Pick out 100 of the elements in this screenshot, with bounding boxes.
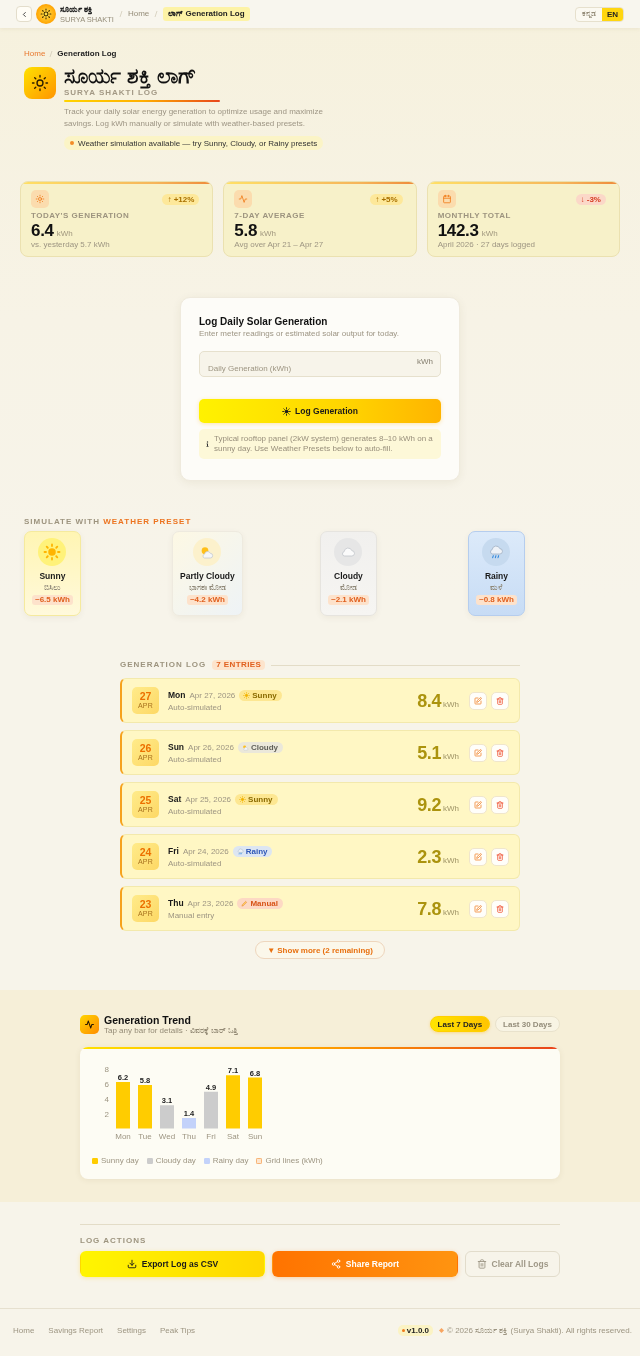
weather-preset-card[interactable]: Sunny ಬಿಸಿಲು ~6.5 kWh [24, 531, 81, 616]
stat-label: TODAY'S GENERATION [31, 211, 131, 221]
breadcrumb-link[interactable]: Home [24, 49, 46, 59]
weather-label: Sunny [248, 794, 273, 804]
slash-separator-icon [118, 10, 123, 18]
page-description: Track your daily solar energy generation to optimize usage and maximize savings. Log kWh manually or simulate with weather-based presets. [64, 106, 324, 130]
estimate-tag: ~2.1 kWh [328, 595, 369, 605]
unit-label: kWh [443, 855, 459, 865]
x-axis-label: Wed [158, 1132, 176, 1141]
log-generation-button[interactable]: Log Generation [199, 399, 441, 423]
unit-label: kWh [443, 907, 459, 917]
unit-label: kWh [443, 751, 459, 761]
edit-button[interactable] [469, 743, 487, 762]
footer-link[interactable]: Home [13, 1326, 35, 1335]
trash-icon [476, 1259, 487, 1269]
bar[interactable] [226, 1075, 240, 1129]
language-option[interactable]: ಕನ್ನಡ [575, 7, 602, 21]
weather-preset-card[interactable]: Partly Cloudy ಭಾಗಶಃ ಮೋಡ ~4.2 kWh [172, 531, 243, 616]
edit-button[interactable] [469, 795, 487, 814]
footer-link[interactable]: Settings [117, 1326, 146, 1335]
share-button[interactable]: Share Report [272, 1251, 458, 1277]
day-number: 26 [139, 743, 152, 754]
share-icon [330, 1259, 341, 1269]
preset-local-name: ಭಾಗಶಃ ಮೋಡ [188, 582, 226, 593]
preset-name: Cloudy [334, 571, 363, 582]
source-label: Manual entry [168, 910, 216, 920]
clear-button[interactable]: Clear All Logs [465, 1251, 560, 1277]
stat-note: vs. yesterday 5.7 kWh [31, 240, 111, 250]
download-icon [126, 1259, 137, 1269]
show-more-button[interactable]: ▼ Show more (2 remaining) [255, 941, 385, 959]
source-label: Auto-simulated [168, 754, 223, 764]
form-subtitle: Enter meter readings or estimated solar output for today. [199, 329, 400, 339]
slash-separator-icon [154, 10, 159, 18]
weather-label: Sunny [252, 690, 277, 700]
source-label: Auto-simulated [168, 702, 223, 712]
stat-note: Avg over Apr 21 – Apr 27 [234, 240, 325, 250]
sun-icon [243, 691, 251, 699]
weekday-label: Mon [168, 689, 186, 701]
range-tab[interactable]: Last 7 Days [429, 1016, 491, 1032]
pulse-icon [80, 1014, 99, 1034]
delete-button[interactable] [491, 795, 509, 814]
info-icon [206, 441, 209, 447]
form-title: Log Daily Solar Generation [199, 315, 329, 328]
bar[interactable] [138, 1085, 152, 1129]
notice-text: Weather simulation available — try Sunny, Cloudy, or Rainy presets [78, 138, 318, 148]
energy-value: 8.4 [417, 690, 441, 711]
energy-value: 9.2 [417, 794, 441, 815]
stat-note: April 2026 · 27 days logged [437, 240, 537, 250]
chart-subtitle: Tap any bar for details · ವಿವರಕ್ಕೆ ಬಾರ್ ಒತ್ತಿ [104, 1025, 239, 1035]
entry-date: Apr 24, 2026 [182, 845, 229, 857]
delete-button[interactable] [491, 743, 509, 762]
status-dot-icon [401, 1329, 405, 1332]
grid-swatch-icon [256, 1158, 263, 1164]
trash-icon [496, 748, 504, 757]
weather-label: Manual [250, 898, 278, 908]
energy-value: 2.3 [417, 846, 441, 867]
weekday-label: Sat [168, 793, 182, 805]
bar[interactable] [248, 1077, 262, 1129]
x-axis-label: Fri [206, 1132, 216, 1141]
bar[interactable] [160, 1105, 174, 1129]
edit-button[interactable] [469, 899, 487, 918]
chart-title: Generation Trend [104, 1013, 192, 1026]
y-tick-label: 4 [104, 1094, 109, 1104]
change-tag: ↑ +12% [162, 193, 200, 205]
back-button[interactable] [16, 6, 32, 22]
breadcrumb-link[interactable]: Home [127, 9, 150, 19]
weather-preset-card[interactable]: Rainy ಮಳೆ ~0.8 kWh [468, 531, 525, 616]
edit-button[interactable] [469, 691, 487, 710]
weekday-label: Thu [168, 897, 184, 909]
language-option[interactable]: EN [601, 7, 623, 21]
bar[interactable] [182, 1118, 196, 1129]
legend-label: Sunny day [101, 1156, 139, 1166]
breadcrumb-link[interactable]: Generation Log [57, 49, 117, 59]
bar[interactable] [204, 1091, 218, 1129]
export-button[interactable]: Export Log as CSV [80, 1251, 265, 1277]
estimate-tag: ~6.5 kWh [32, 595, 73, 605]
legend-label: Cloudy day [155, 1156, 196, 1166]
y-tick-label: 6 [104, 1079, 109, 1089]
range-tab[interactable]: Last 30 Days [495, 1016, 560, 1032]
preset-local-name: ಮೋಡ [339, 582, 357, 593]
breadcrumb-link[interactable]: ಲಾಗ್ Generation Log [163, 7, 250, 21]
footer-link[interactable]: Savings Report [48, 1326, 104, 1335]
delete-button[interactable] [491, 847, 509, 866]
pulse-icon [234, 190, 253, 208]
sun-icon [282, 406, 292, 416]
entry-date: Apr 25, 2026 [185, 793, 232, 805]
source-label: Auto-simulated [168, 858, 223, 868]
trash-icon [496, 800, 504, 809]
delete-button[interactable] [491, 899, 509, 918]
footer-link[interactable]: Peak Tips [159, 1326, 196, 1335]
bar[interactable] [116, 1082, 130, 1129]
delete-button[interactable] [491, 691, 509, 710]
edit-button[interactable] [469, 847, 487, 866]
energy-value: 5.1 [417, 742, 441, 763]
section-heading: GENERATION LOG [120, 660, 207, 670]
x-axis-label: Mon [115, 1132, 131, 1141]
weather-preset-card[interactable]: Cloudy ಮೋಡ ~2.1 kWh [320, 531, 377, 616]
stat-value: 6.4 [31, 221, 54, 240]
unit-label: kWh [481, 229, 498, 238]
x-axis-label: Tue [138, 1132, 152, 1141]
